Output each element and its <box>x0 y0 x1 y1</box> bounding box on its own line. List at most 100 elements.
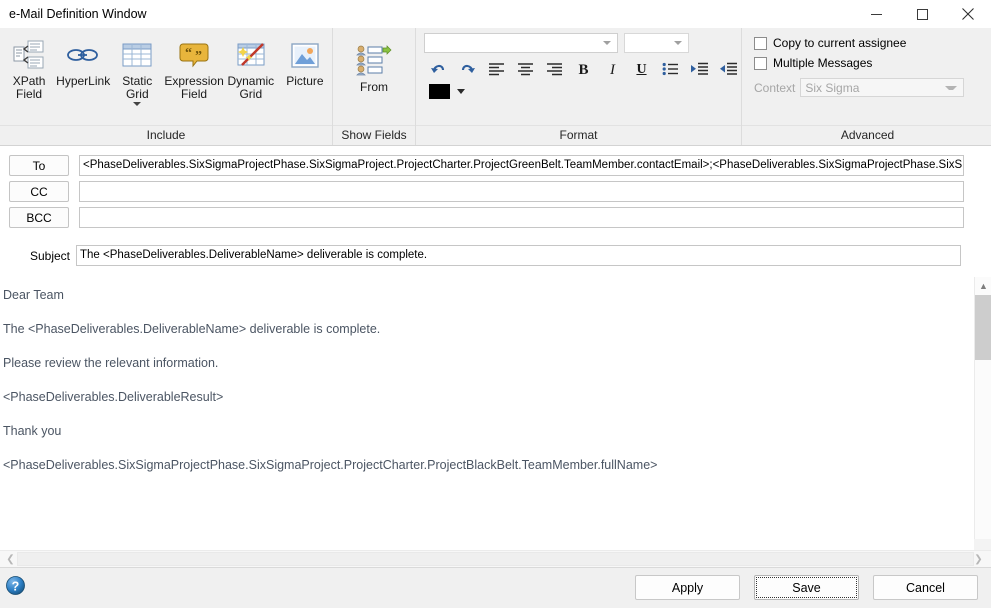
align-center-button[interactable] <box>511 58 540 82</box>
bcc-input[interactable] <box>79 207 964 228</box>
font-size-combo[interactable] <box>624 33 689 53</box>
message-body-editor[interactable]: Dear Team The <PhaseDeliverables.Deliver… <box>0 277 965 550</box>
chevron-down-icon[interactable] <box>457 89 465 94</box>
align-right-button[interactable] <box>540 58 569 82</box>
body-paragraph: <PhaseDeliverables.DeliverableResult> <box>3 390 224 404</box>
window-controls <box>853 0 991 28</box>
context-value: Six Sigma <box>805 80 860 95</box>
xpath-field-icon <box>13 38 45 72</box>
context-row: Context Six Sigma <box>754 78 965 97</box>
static-grid-label-line1: Static <box>122 74 153 88</box>
chevron-down-icon[interactable] <box>133 102 142 106</box>
bcc-button[interactable]: BCC <box>9 207 69 228</box>
svg-text:”: ” <box>195 49 202 64</box>
window-title: e-Mail Definition Window <box>9 7 147 21</box>
dynamic-grid-button[interactable]: Dynamic Grid <box>224 36 278 101</box>
scrollbar-corner <box>974 539 991 550</box>
italic-icon: I <box>610 61 615 78</box>
dialog-footer: ? Apply Save Cancel <box>0 567 991 608</box>
xpath-field-label-line1: XPath <box>12 74 46 88</box>
align-right-icon <box>546 62 563 79</box>
italic-button[interactable]: I <box>598 58 627 82</box>
to-button[interactable]: To <box>9 155 69 176</box>
xpath-field-button[interactable]: XPath Field <box>2 36 56 101</box>
save-button[interactable]: Save <box>754 575 859 600</box>
dynamic-grid-icon <box>235 38 267 72</box>
redo-button[interactable] <box>453 58 482 82</box>
ribbon-group-include-label: Include <box>0 125 332 145</box>
underline-button[interactable]: U <box>627 58 656 82</box>
dynamic-grid-label-line2: Grid <box>239 87 263 101</box>
svg-text:“: “ <box>185 46 192 61</box>
cc-row: CC <box>0 181 991 202</box>
message-body-area: Dear Team The <PhaseDeliverables.Deliver… <box>0 277 991 567</box>
context-label: Context <box>754 80 796 95</box>
align-center-icon <box>517 62 534 79</box>
underline-icon: U <box>636 62 647 77</box>
cancel-button[interactable]: Cancel <box>873 575 978 600</box>
bullet-list-button[interactable] <box>656 58 685 82</box>
increase-indent-button[interactable] <box>685 58 714 82</box>
multiple-messages-checkbox[interactable] <box>754 56 767 70</box>
to-input[interactable]: <PhaseDeliverables.SixSigmaProjectPhase.… <box>79 155 964 176</box>
scroll-right-icon[interactable]: ❯ <box>970 551 987 567</box>
align-left-button[interactable] <box>482 58 511 82</box>
picture-button[interactable]: Picture <box>278 36 332 88</box>
xpath-field-label-line2: Field <box>16 87 43 101</box>
picture-label: Picture <box>286 74 324 88</box>
ribbon-group-show-fields: From Show Fields <box>332 28 415 145</box>
ribbon-group-advanced: Copy to current assignee Multiple Messag… <box>741 28 991 145</box>
body-vertical-scrollbar[interactable]: ▲ ▼ <box>974 277 991 550</box>
ribbon-group-include: XPath Field HyperLink Static Grid “ ” Ex… <box>0 28 332 145</box>
horizontal-scroll-track[interactable] <box>17 552 974 566</box>
maximize-button[interactable] <box>899 0 945 28</box>
body-paragraph: Thank you <box>3 424 62 438</box>
body-horizontal-scrollbar[interactable]: ❮ ❯ <box>0 550 991 567</box>
bold-button[interactable]: B <box>569 58 598 82</box>
expression-field-label-line1: Expression <box>164 74 224 88</box>
expression-field-label-line2: Field <box>181 87 208 101</box>
align-left-icon <box>488 62 505 79</box>
static-grid-button[interactable]: Static Grid <box>110 36 164 106</box>
font-color-swatch[interactable] <box>429 84 450 99</box>
font-family-combo[interactable] <box>424 33 618 53</box>
minimize-button[interactable] <box>853 0 899 28</box>
from-field-icon <box>356 44 392 78</box>
scroll-up-icon[interactable]: ▲ <box>975 277 991 294</box>
from-field-label: From <box>360 80 388 94</box>
hyperlink-button[interactable]: HyperLink <box>56 36 110 88</box>
cc-input[interactable] <box>79 181 964 202</box>
chevron-down-icon <box>945 85 958 90</box>
expression-field-icon: “ ” <box>178 38 210 72</box>
from-field-button[interactable]: From <box>343 42 405 94</box>
copy-to-assignee-checkbox[interactable] <box>754 36 767 50</box>
cc-button[interactable]: CC <box>9 181 69 202</box>
body-paragraph: Dear Team <box>3 288 64 302</box>
subject-row: Subject The <PhaseDeliverables.Deliverab… <box>0 245 991 266</box>
undo-button[interactable] <box>424 58 453 82</box>
title-bar: e-Mail Definition Window <box>0 0 991 28</box>
body-paragraph: <PhaseDeliverables.SixSigmaProjectPhase.… <box>3 458 658 472</box>
scroll-left-icon[interactable]: ❮ <box>2 551 19 567</box>
decrease-indent-button[interactable] <box>714 58 743 82</box>
subject-input[interactable]: The <PhaseDeliverables.DeliverableName> … <box>76 245 961 266</box>
increase-indent-icon <box>690 62 709 79</box>
context-combo[interactable]: Six Sigma <box>800 78 965 97</box>
copy-to-assignee-row[interactable]: Copy to current assignee <box>754 36 906 50</box>
hyperlink-label: HyperLink <box>56 74 111 88</box>
svg-text:?: ? <box>12 580 20 594</box>
body-paragraph: Please review the relevant information. <box>3 356 219 370</box>
ribbon-group-format: B I U Format <box>415 28 741 145</box>
expression-field-button[interactable]: “ ” Expression Field <box>164 36 224 101</box>
close-button[interactable] <box>945 0 991 28</box>
footer-buttons: Apply Save Cancel <box>635 575 978 600</box>
help-icon[interactable]: ? <box>6 576 25 595</box>
body-paragraph: The <PhaseDeliverables.DeliverableName> … <box>3 322 381 336</box>
to-row: To <PhaseDeliverables.SixSigmaProjectPha… <box>0 155 991 176</box>
static-grid-label-line2: Grid <box>125 87 149 101</box>
vertical-scroll-thumb[interactable] <box>975 295 991 360</box>
apply-button[interactable]: Apply <box>635 575 740 600</box>
multiple-messages-row[interactable]: Multiple Messages <box>754 56 872 70</box>
ribbon-toolbar: XPath Field HyperLink Static Grid “ ” Ex… <box>0 28 991 146</box>
subject-label: Subject <box>29 248 70 263</box>
